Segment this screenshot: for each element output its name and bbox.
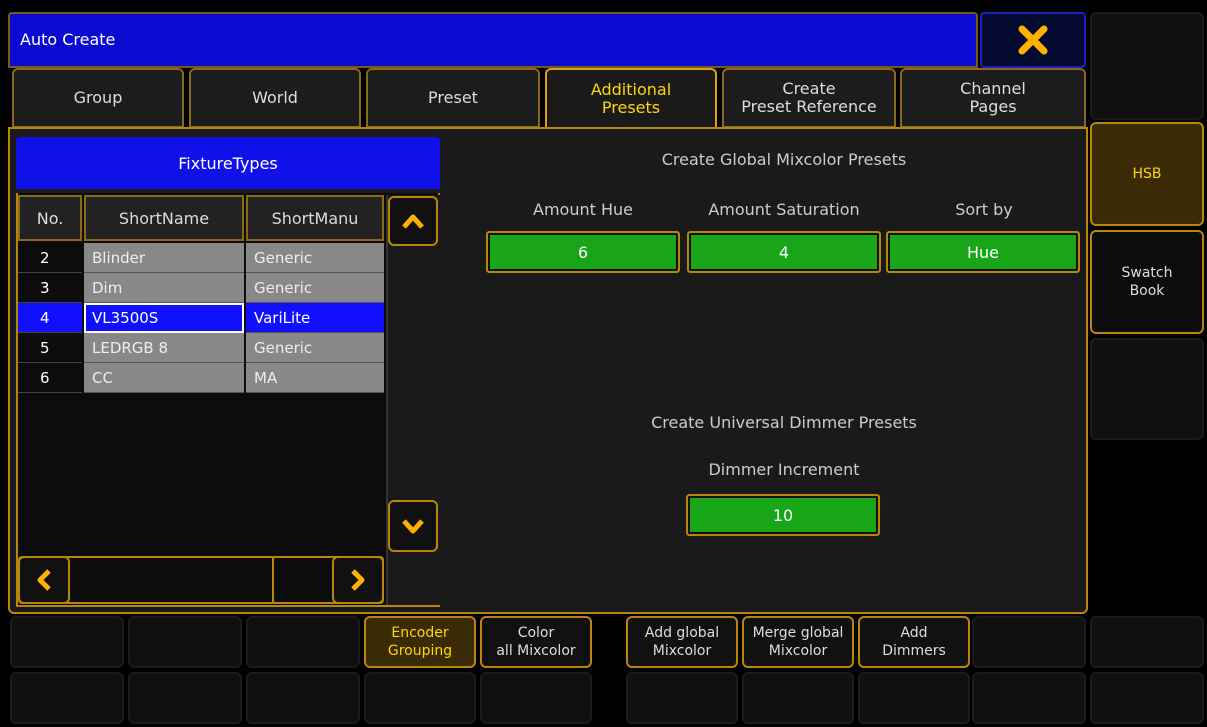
tab-label-line2: Presets [601,98,661,117]
cell-no[interactable]: 4 [18,303,82,333]
amount-hue-label: Amount Hue [533,200,633,219]
button-label-line2: Dimmers [882,643,946,659]
cell-shortname[interactable]: Dim [84,273,244,303]
window-title-bar: Auto Create [8,12,978,68]
mixcolor-section-title: Create Global Mixcolor Presets [661,150,907,169]
cell-no[interactable]: 3 [18,273,82,303]
scroll-track[interactable] [72,558,274,602]
button-label-line1: Color [517,625,555,641]
column-label: ShortName [118,208,210,228]
tab-label-line1: Channel [960,79,1026,98]
empty-slot [10,672,124,724]
swatch-book-label-line2: Book [1129,283,1165,299]
fixture-types-title: FixtureTypes [178,153,278,173]
tab-preset[interactable]: Preset [366,68,540,128]
empty-slot [10,616,124,668]
cell-shortname[interactable]: LEDRGB 8 [84,333,244,363]
merge-global-mixcolor-button[interactable]: Merge global Mixcolor [742,616,854,668]
swatch-book-label-line1: Swatch [1121,265,1173,281]
side-empty-top [1090,12,1204,120]
side-empty-slot [1090,616,1204,668]
tab-label-line2: Pages [969,97,1017,116]
cell-shortmanu[interactable]: MA [246,363,384,393]
tab-additional-presets[interactable]: Additional Presets [545,68,717,128]
tab-label-line1: Create [782,79,836,98]
empty-slot [246,616,360,668]
button-label-line2: Mixcolor [652,643,712,659]
button-label-line2: Mixcolor [768,643,828,659]
fixture-types-header: FixtureTypes [16,137,440,189]
empty-slot [128,616,242,668]
tab-world[interactable]: World [189,68,361,128]
empty-slot [972,672,1086,724]
empty-slot [128,672,242,724]
tab-group[interactable]: Group [12,68,184,128]
swatch-book-button[interactable]: Swatch Book [1090,230,1204,334]
cell-no[interactable]: 5 [18,333,82,363]
button-label-line1: Add global [644,625,720,641]
empty-slot [246,672,360,724]
button-label-line1: Encoder [391,625,449,641]
side-empty-slot [1090,338,1204,440]
cell-shortname[interactable]: CC [84,363,244,393]
dimmer-section-title: Create Universal Dimmer Presets [651,413,917,432]
hsb-button[interactable]: HSB [1090,122,1204,226]
empty-slot [742,672,854,724]
scroll-up-icon [402,214,424,229]
tab-label-line2: Preset Reference [741,97,877,116]
dimmer-increment-field[interactable]: 10 [684,492,882,538]
button-label-line1: Add [900,625,928,641]
cell-shortname[interactable]: Blinder [84,243,244,273]
scroll-right-icon [351,569,365,591]
dimmer-increment-label: Dimmer Increment [708,460,860,479]
add-global-mixcolor-button[interactable]: Add global Mixcolor [626,616,738,668]
cell-shortmanu[interactable]: Generic [246,273,384,303]
scroll-down-button[interactable] [388,500,438,552]
tab-label: World [252,88,298,107]
amount-saturation-field[interactable]: 4 [685,229,883,275]
cell-shortmanu[interactable]: VariLite [246,303,384,333]
empty-slot [972,616,1086,668]
tab-label: Preset [428,88,478,107]
side-empty-slot [1090,672,1204,724]
tab-create-preset-reference[interactable]: Create Preset Reference [722,68,896,128]
column-label: ShortManu [271,208,359,228]
empty-slot [480,672,592,724]
tab-label-line1: Additional [590,80,672,99]
column-label: No. [36,208,64,228]
cell-shortname[interactable]: VL3500S [84,303,244,333]
scroll-down-icon [402,519,424,534]
color-all-mixcolor-button[interactable]: Color all Mixcolor [480,616,592,668]
button-label-line2: Grouping [387,643,453,659]
column-header-shortname[interactable]: ShortName [84,195,244,241]
tab-label: Group [73,88,123,107]
empty-slot [858,672,970,724]
column-header-shortmanu[interactable]: ShortManu [246,195,384,241]
tab-channel-pages[interactable]: Channel Pages [900,68,1086,128]
column-header-no[interactable]: No. [18,195,82,241]
close-button[interactable] [980,12,1086,68]
amount-saturation-label: Amount Saturation [708,200,860,219]
add-dimmers-button[interactable]: Add Dimmers [858,616,970,668]
button-label-line1: Merge global [752,625,844,641]
encoder-grouping-button[interactable]: Encoder Grouping [364,616,476,668]
amount-hue-field[interactable]: 6 [484,229,682,275]
cell-no[interactable]: 6 [18,363,82,393]
empty-slot [626,672,738,724]
hsb-label: HSB [1132,166,1162,182]
sort-by-label: Sort by [955,200,1013,219]
sort-by-select[interactable]: Hue [884,229,1082,275]
scroll-left-button[interactable] [18,556,70,604]
close-icon [1018,25,1048,55]
cell-shortmanu[interactable]: Generic [246,333,384,363]
scroll-left-icon [37,569,51,591]
cell-no[interactable]: 2 [18,243,82,273]
scroll-up-button[interactable] [388,196,438,246]
empty-slot [364,672,476,724]
button-label-line2: all Mixcolor [496,643,576,659]
window-title: Auto Create [20,30,116,49]
cell-shortmanu[interactable]: Generic [246,243,384,273]
scroll-right-button[interactable] [332,556,384,604]
